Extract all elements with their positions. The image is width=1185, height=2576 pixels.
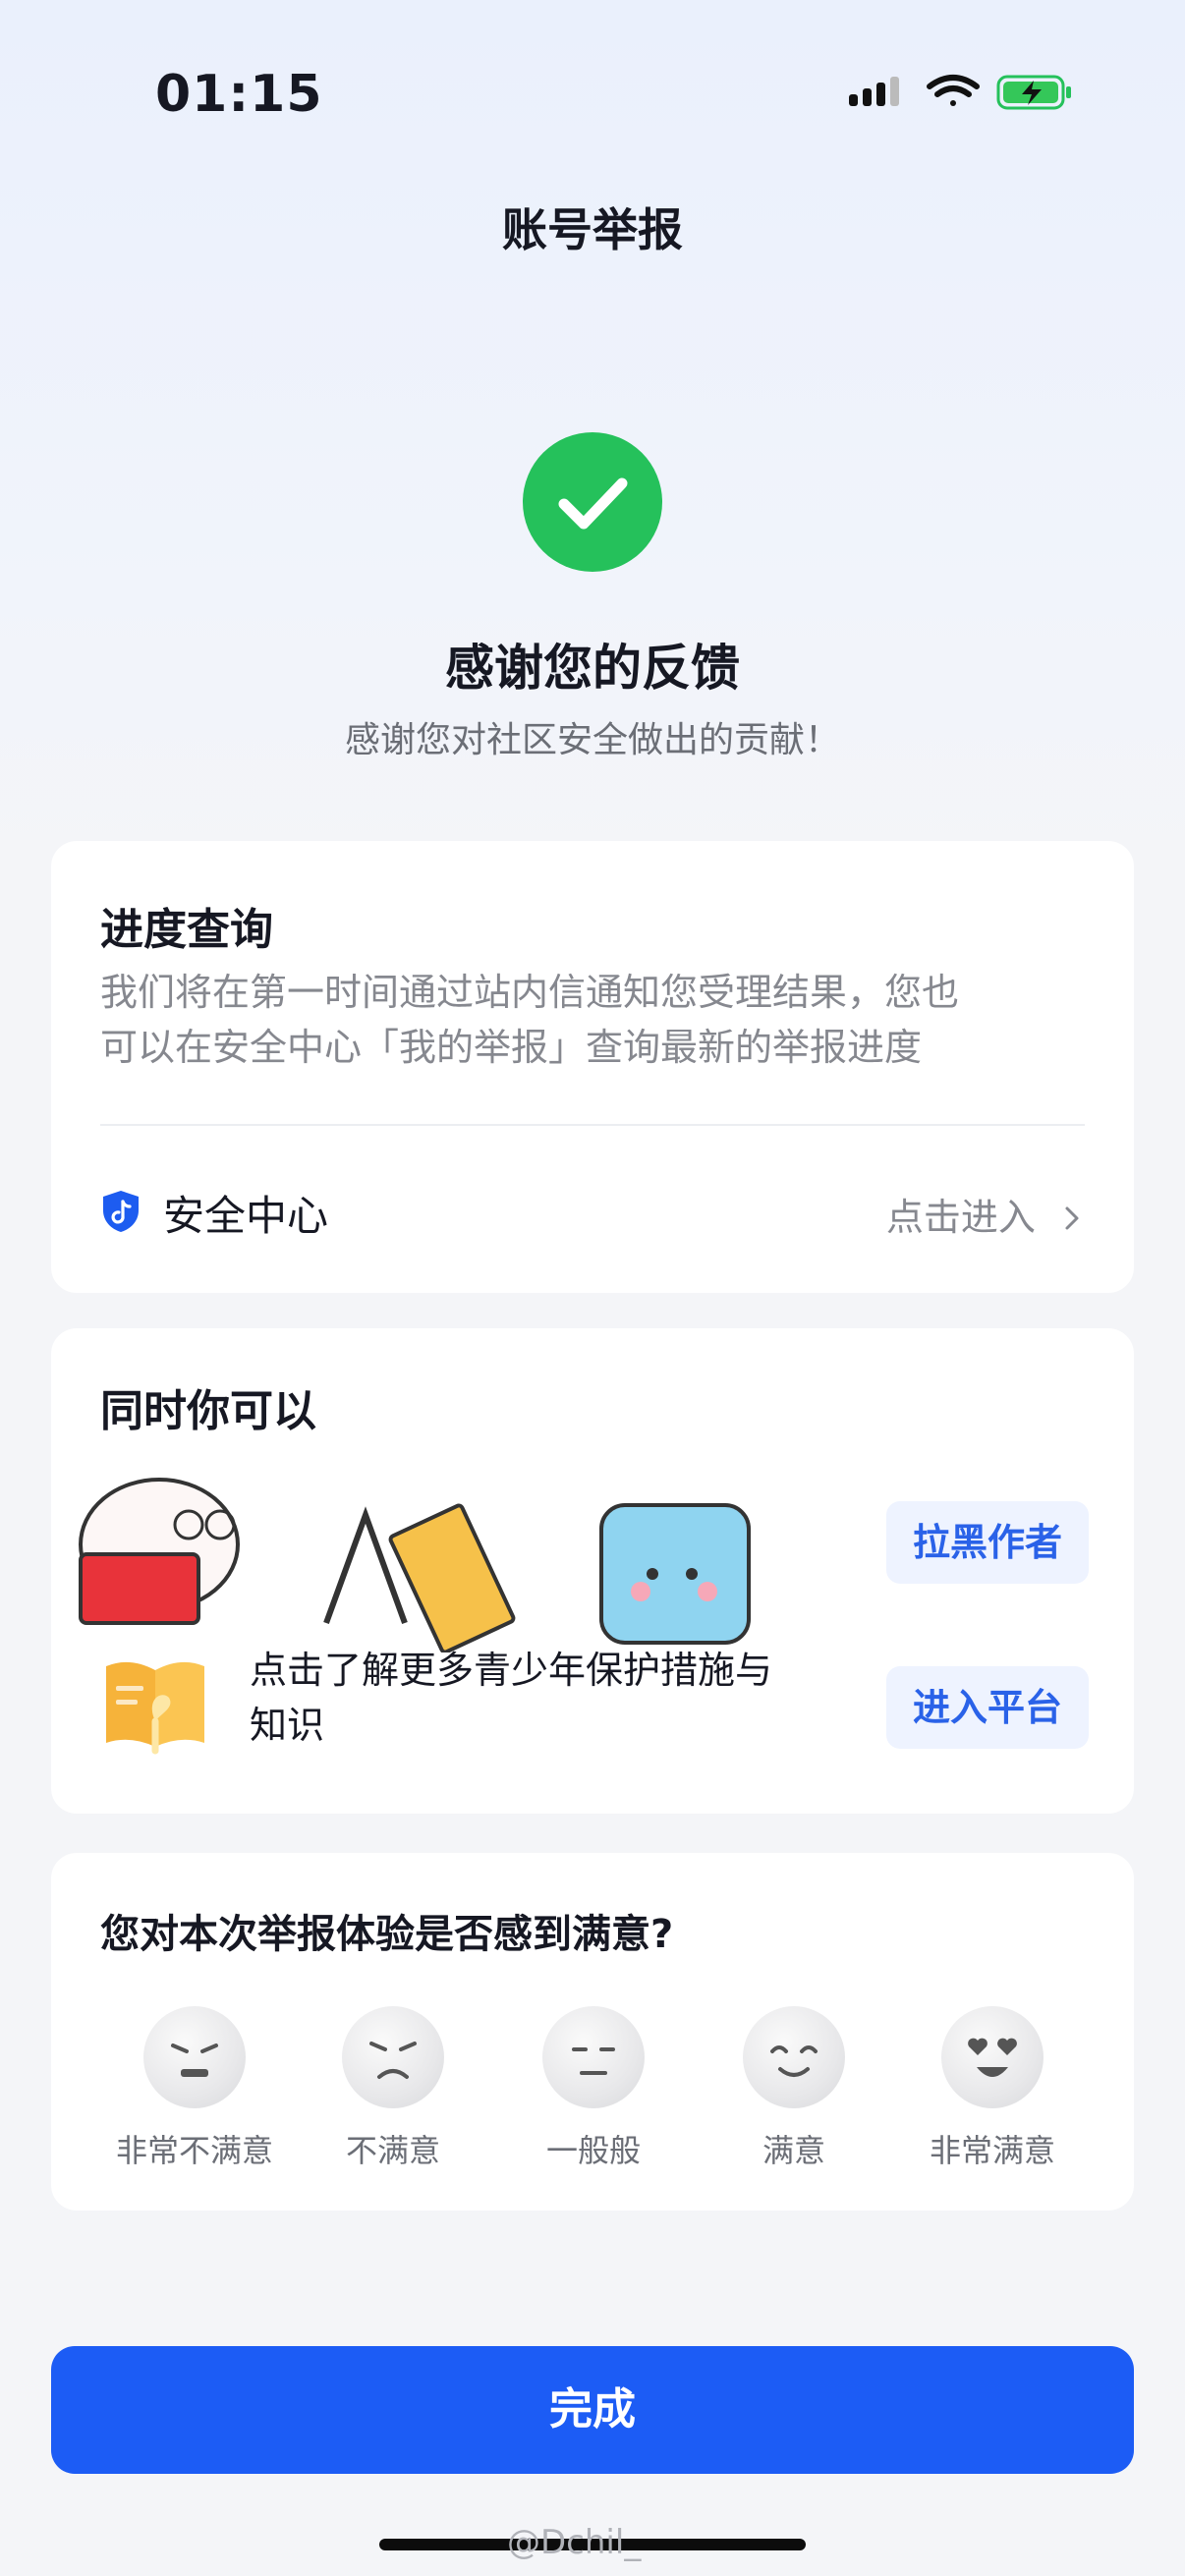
survey-card: 您对本次举报体验是否感到满意? 非常不满意 不满意 一般般 满意 非常满意: [51, 1853, 1134, 2211]
enter-platform-button[interactable]: 进入平台: [886, 1666, 1089, 1749]
very-satisfied-face-icon: [941, 2006, 1044, 2108]
youth-text-line1: 点击了解更多青少年保护措施与: [250, 1649, 773, 1692]
survey-label-satisfied: 满意: [762, 2132, 825, 2169]
safety-center-action: 点击进入: [885, 1196, 1036, 1239]
result-title: 感谢您的反馈: [445, 640, 740, 697]
unsatisfied-face-icon: [342, 2006, 444, 2108]
survey-label-unsatisfied: 不满意: [345, 2132, 440, 2169]
sticker-illustration: [79, 1478, 751, 1652]
also-card: 同时你可以 拉黑作者 点击了解更多青少年保护措施与 知识 进入平台: [51, 1328, 1134, 1814]
done-button[interactable]: 完成: [51, 2346, 1134, 2474]
safety-center-row[interactable]: 安全中心 点击进入: [51, 1126, 1134, 1293]
survey-option-very-unsatisfied[interactable]: [143, 2006, 246, 2108]
status-icons: [849, 75, 1071, 110]
safety-center-label: 安全中心: [163, 1192, 329, 1240]
safety-center-enter[interactable]: 点击进入: [886, 1187, 1085, 1241]
progress-card: 进度查询 我们将在第一时间通过站内信通知您受理结果，您也 可以在安全中心「我的举…: [51, 841, 1134, 1293]
very-unsatisfied-face-icon: [143, 2006, 246, 2108]
also-title: 同时你可以: [100, 1386, 316, 1436]
progress-title: 进度查询: [100, 905, 273, 955]
signal-icon: [849, 77, 899, 106]
youth-book-icon: [106, 1661, 204, 1755]
survey-option-very-satisfied[interactable]: [941, 2006, 1044, 2108]
status-time: 01:15: [155, 65, 323, 124]
satisfied-face-icon: [743, 2006, 845, 2108]
progress-description-line2: 可以在安全中心「我的举报」查询最新的举报进度: [100, 1026, 923, 1069]
check-circle-icon: [523, 432, 662, 572]
survey-label-very-satisfied: 非常满意: [929, 2132, 1055, 2169]
survey-option-neutral[interactable]: [542, 2006, 645, 2108]
result-subtitle: 感谢您对社区安全做出的贡献！: [344, 720, 840, 760]
progress-description-line1: 我们将在第一时间通过站内信通知您受理结果，您也: [100, 971, 960, 1014]
chevron-right-icon: [1065, 1206, 1079, 1230]
youth-protection-text[interactable]: 点击了解更多青少年保护措施与 知识: [250, 1643, 898, 1753]
survey-option-satisfied[interactable]: [743, 2006, 845, 2108]
survey-option-unsatisfied[interactable]: [342, 2006, 444, 2108]
block-author-button[interactable]: 拉黑作者: [886, 1501, 1089, 1584]
battery-charging-icon: [996, 75, 1071, 110]
neutral-face-icon: [542, 2006, 645, 2108]
wifi-icon: [927, 75, 980, 106]
watermark: @Dchil_: [507, 2523, 642, 2562]
survey-label-neutral: 一般般: [545, 2132, 641, 2169]
page-title: 账号举报: [502, 203, 683, 256]
shield-icon: [103, 1191, 139, 1232]
progress-description: 我们将在第一时间通过站内信通知您受理结果，您也 可以在安全中心「我的举报」查询最…: [100, 965, 1093, 1075]
survey-title: 您对本次举报体验是否感到满意?: [100, 1912, 674, 1957]
survey-label-very-unsatisfied: 非常不满意: [115, 2132, 273, 2169]
youth-text-line2: 知识: [250, 1704, 325, 1747]
